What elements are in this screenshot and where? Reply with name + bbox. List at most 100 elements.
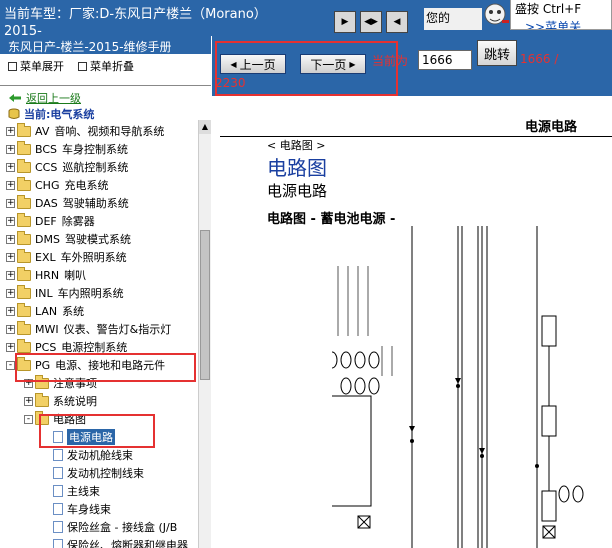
tree-node-code: DEF: [35, 214, 57, 228]
tree-node[interactable]: + HRN 喇叭: [6, 266, 211, 284]
tree-node[interactable]: + CHG 充电系统: [6, 176, 211, 194]
tree-node-label: 电路图: [53, 413, 86, 426]
tree-node-label: 仪表、警告灯&指示灯: [63, 323, 172, 336]
tree-node[interactable]: 车身线束: [6, 500, 211, 518]
tree-node-code: MWI: [35, 322, 59, 336]
tree-node[interactable]: - PG 电源、接地和电路元件: [6, 356, 211, 374]
tree-node[interactable]: + LAN 系统: [6, 302, 211, 320]
folder-icon: [35, 410, 49, 425]
tree-node[interactable]: + BCS 车身控制系统: [6, 140, 211, 158]
folder-icon: [17, 158, 31, 173]
scroll-up-icon[interactable]: ▲: [199, 120, 211, 134]
tree-node[interactable]: 保险丝盒 - 接线盒 (J/B: [6, 518, 211, 536]
top-bar: 当前车型：厂家:D-东风日产楼兰（Morano） 2015- ▶ ◀▶ ◀ 您的…: [0, 0, 612, 39]
play-right-icon[interactable]: ▶: [334, 11, 356, 33]
tree-node-label: 充电系统: [64, 179, 109, 192]
expand-node-icon[interactable]: +: [6, 288, 15, 298]
hint-shortcut: 盛按 Ctrl+F: [515, 2, 582, 16]
scroll-thumb[interactable]: [200, 230, 210, 380]
expand-node-icon[interactable]: +: [6, 252, 15, 262]
tree-node[interactable]: + DMS 驾驶模式系统: [6, 230, 211, 248]
jump-button[interactable]: 跳转: [477, 40, 517, 66]
document-icon: [53, 539, 63, 548]
expand-node-icon[interactable]: +: [6, 234, 15, 244]
folder-icon: [17, 320, 31, 335]
sidebar-scrollbar[interactable]: ▲: [198, 120, 211, 548]
folder-icon: [17, 230, 31, 245]
collapse-all-button[interactable]: 菜单折叠: [78, 58, 134, 74]
tree-node-code: CHG: [35, 178, 60, 192]
expand-node-icon[interactable]: +: [24, 378, 33, 388]
hint-box: 盛按 Ctrl+F >>菜单关: [510, 0, 612, 30]
tree-node-label: 发动机控制线束: [67, 467, 144, 480]
tree-node-label: 喇叭: [64, 269, 87, 282]
tree-node-label: 车外照明系统: [60, 251, 127, 264]
prev-page-button[interactable]: ◀ 上一页: [220, 54, 286, 74]
document-icon: [53, 503, 63, 515]
tree-node[interactable]: - 电路图: [6, 410, 211, 428]
page-number-input[interactable]: [418, 50, 472, 70]
expand-node-icon[interactable]: +: [6, 198, 15, 208]
tree-node[interactable]: + CCS 巡航控制系统: [6, 158, 211, 176]
expand-node-icon[interactable]: +: [6, 162, 15, 172]
expand-node-icon[interactable]: +: [6, 180, 15, 190]
tree-node[interactable]: 发动机控制线束: [6, 464, 211, 482]
expand-node-icon[interactable]: +: [6, 216, 15, 226]
document-view: 电源电路 < 电路图 > 电路图 电源电路 电路图 - 蓄电池电源 -: [212, 96, 612, 548]
tree-node-code: DMS: [35, 232, 60, 246]
expand-all-label: 菜单展开: [20, 60, 64, 73]
expand-all-button[interactable]: 菜单展开: [8, 58, 64, 74]
document-icon: [53, 431, 63, 443]
expand-node-icon[interactable]: +: [6, 342, 15, 352]
expand-node-icon[interactable]: +: [6, 270, 15, 280]
tree-node-label: 电源电路: [67, 429, 115, 445]
tree-node[interactable]: + PCS 电源控制系统: [6, 338, 211, 356]
collapse-node-icon[interactable]: -: [6, 360, 15, 370]
tree-node-label: 车身线束: [67, 503, 111, 516]
current-location-label: 当前:电气系统: [24, 108, 95, 121]
tree-node-label: 发动机舱线束: [67, 449, 133, 462]
play-left-icon[interactable]: ◀: [386, 11, 408, 33]
tree-node-code: BCS: [35, 142, 58, 156]
document-breadcrumb: < 电路图 >: [267, 139, 326, 152]
tree-node[interactable]: + DEF 除雾器: [6, 212, 211, 230]
tree-node-code: EXL: [35, 250, 56, 264]
tree-node[interactable]: + MWI 仪表、警告灯&指示灯: [6, 320, 211, 338]
tree-node-code: PCS: [35, 340, 57, 354]
next-page-button[interactable]: 下一页 ▶: [300, 54, 366, 74]
document-title: 电路图: [267, 156, 327, 180]
tree-node[interactable]: + 注意事项: [6, 374, 211, 392]
next-arrow-icon: ▶: [349, 59, 356, 69]
tree-node-label: 巡航控制系统: [62, 161, 129, 174]
tree-node-label: 驾驶辅助系统: [62, 197, 129, 210]
tree-node[interactable]: 电源电路: [6, 428, 211, 446]
expand-node-icon[interactable]: +: [6, 324, 15, 334]
expand-node-icon[interactable]: +: [6, 144, 15, 154]
divider: [0, 78, 211, 86]
tree-node-label: 系统说明: [53, 395, 97, 408]
collapse-icon: [78, 61, 87, 71]
tree-node-code: AV: [35, 124, 50, 138]
folder-icon: [17, 122, 31, 137]
tree-node[interactable]: + EXL 车外照明系统: [6, 248, 211, 266]
menu-tools: 菜单展开 菜单折叠: [0, 54, 211, 78]
tree-node[interactable]: + 系统说明: [6, 392, 211, 410]
expand-node-icon[interactable]: +: [24, 396, 33, 406]
expand-node-icon[interactable]: +: [6, 126, 15, 136]
tree-node[interactable]: 发动机舱线束: [6, 446, 211, 464]
tree-node-label: 音响、视频和导航系统: [54, 125, 165, 138]
expand-node-icon[interactable]: +: [6, 306, 15, 316]
tree-node[interactable]: + INL 车内照明系统: [6, 284, 211, 302]
tree-node[interactable]: 保险丝、熔断器和继电器: [6, 536, 211, 548]
back-arrow-icon: [9, 94, 21, 102]
tree-node[interactable]: + AV 音响、视频和导航系统: [6, 122, 211, 140]
up-level-link[interactable]: 返回上一级: [0, 90, 211, 106]
diagram-title: 电路图 - 蓄电池电源 -: [267, 212, 396, 227]
sidebar: 东风日产-楼兰-2015-维修手册 菜单展开 菜单折叠 返回上一级 当前:电气系…: [0, 36, 211, 548]
tree-node[interactable]: + DAS 驾驶辅助系统: [6, 194, 211, 212]
split-arrows-icon[interactable]: ◀▶: [360, 11, 382, 33]
menu-close-link[interactable]: >>菜单关: [515, 18, 607, 29]
tree-node-label: 系统: [62, 305, 85, 318]
tree-node[interactable]: 主线束: [6, 482, 211, 500]
collapse-node-icon[interactable]: -: [24, 414, 33, 424]
